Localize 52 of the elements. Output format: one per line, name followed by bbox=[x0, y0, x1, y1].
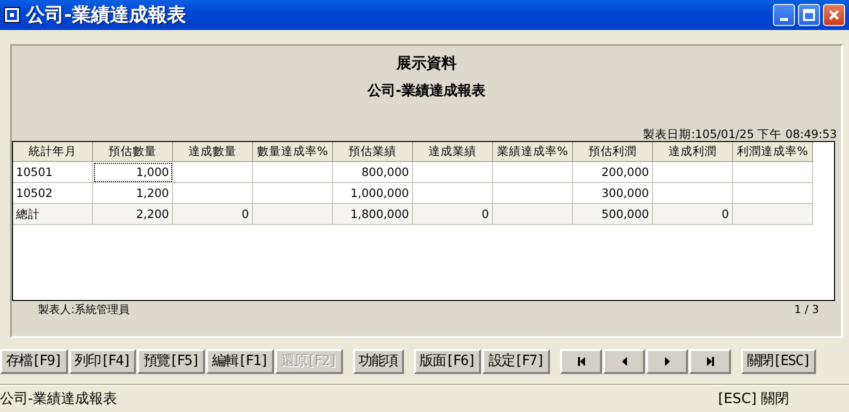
minimize-button[interactable] bbox=[773, 4, 795, 26]
report-maker: 製表人:系統管理員 bbox=[38, 303, 130, 317]
table-cell: 800,000 bbox=[333, 162, 413, 183]
close-button[interactable] bbox=[823, 4, 845, 26]
prev-icon bbox=[620, 357, 628, 366]
column-header[interactable]: 業績達成率% bbox=[493, 142, 573, 162]
app-icon bbox=[4, 7, 20, 23]
total-cell: 0 bbox=[653, 204, 733, 225]
column-header[interactable]: 預估利潤 bbox=[573, 142, 653, 162]
maximize-button[interactable] bbox=[798, 4, 820, 26]
table-cell: 200,000 bbox=[573, 162, 653, 183]
column-header[interactable]: 利潤達成率% bbox=[733, 142, 813, 162]
toolbar-button[interactable]: 預覽[F5] bbox=[137, 349, 206, 374]
total-cell: 500,000 bbox=[573, 204, 653, 225]
total-cell: 2,200 bbox=[93, 204, 173, 225]
report-date: 製表日期:105/01/25 下午 08:49:53 bbox=[643, 127, 837, 141]
total-cell: 1,800,000 bbox=[333, 204, 413, 225]
toolbar-button[interactable]: 版面[F6] bbox=[414, 349, 482, 374]
report-title: 公司-業績達成報表 bbox=[366, 82, 486, 100]
toolbar-button[interactable]: 編輯[F1] bbox=[206, 349, 274, 374]
column-header[interactable]: 預估業績 bbox=[333, 142, 413, 162]
column-header[interactable]: 數量達成率% bbox=[253, 142, 333, 162]
close-icon bbox=[828, 9, 840, 21]
last-icon bbox=[706, 357, 714, 366]
toolbar-button[interactable]: 關閉[ESC] bbox=[741, 349, 816, 374]
status-text: 公司-業績達成報表 bbox=[0, 390, 118, 408]
column-header[interactable]: 達成數量 bbox=[173, 142, 253, 162]
page-indicator: 1 / 3 bbox=[794, 303, 819, 317]
total-cell: 總計 bbox=[13, 204, 93, 225]
window-title: 公司-業績達成報表 bbox=[26, 2, 186, 28]
report-company: 展示資料 bbox=[395, 54, 458, 72]
toolbar-button[interactable]: 列印[F4] bbox=[68, 349, 136, 374]
first-icon bbox=[578, 357, 585, 366]
total-cell: 0 bbox=[173, 204, 253, 225]
toolbar-button[interactable]: 功能項 bbox=[352, 349, 404, 374]
toolbar-button[interactable]: 存檔[F9] bbox=[0, 349, 68, 374]
column-header[interactable]: 達成利潤 bbox=[653, 142, 733, 162]
first-button[interactable] bbox=[560, 349, 602, 374]
toolbar-button[interactable]: 設定[F7] bbox=[482, 349, 550, 374]
table-cell: 1,000 bbox=[93, 162, 173, 183]
minimize-icon bbox=[780, 18, 788, 20]
next-button[interactable] bbox=[646, 349, 688, 374]
next-icon bbox=[664, 357, 671, 366]
column-header[interactable]: 預估數量 bbox=[93, 142, 173, 162]
maximize-icon bbox=[803, 9, 815, 21]
table-cell: 10501 bbox=[13, 162, 93, 183]
status-hint: [ESC] 關閉 bbox=[718, 390, 789, 408]
last-button[interactable] bbox=[689, 349, 732, 374]
total-cell: 0 bbox=[413, 204, 493, 225]
column-header[interactable]: 達成業績 bbox=[413, 142, 493, 162]
column-header[interactable]: 統計年月 bbox=[13, 142, 93, 162]
previous-button[interactable] bbox=[603, 349, 646, 374]
